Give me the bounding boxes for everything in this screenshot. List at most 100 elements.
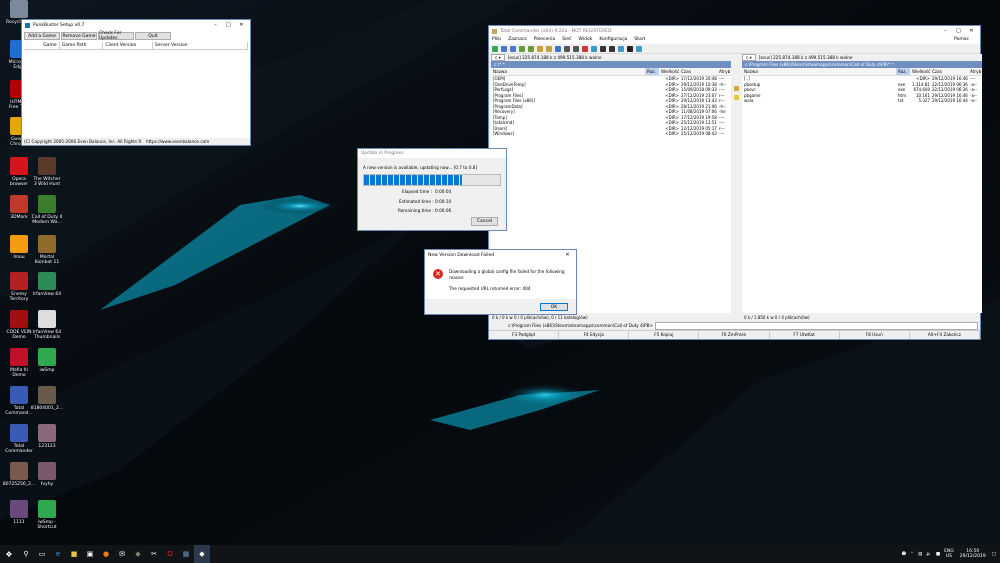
error-titlebar[interactable]: New Version Download Failed ✕	[425, 250, 576, 260]
right-col-size[interactable]: Wielkość	[910, 68, 930, 75]
middle-note-icon[interactable]	[734, 95, 739, 100]
left-path[interactable]: c:\*.*	[491, 61, 731, 68]
select-icon[interactable]	[519, 45, 525, 52]
minimize-icon[interactable]: –	[209, 20, 222, 30]
close-icon[interactable]: ✕	[235, 20, 248, 30]
right-file-list[interactable]: [..] <DIR> 29/12/2019 16:46 ---- pbsetup exe 1…	[742, 76, 982, 104]
clock[interactable]: 16:50 29/12/2019	[960, 549, 986, 559]
language-indicator[interactable]: ENG US	[944, 549, 954, 559]
tc-titlebar[interactable]: Total Commander (x64) 9.22a - NOT REGIST…	[489, 26, 980, 36]
opera-icon[interactable]: O	[162, 545, 178, 563]
update-dialog[interactable]: Update in Progress A new version is avai…	[357, 148, 507, 231]
menu-pliki[interactable]: Pliki	[492, 36, 501, 44]
ftp-icon[interactable]	[555, 45, 561, 52]
desktop-icon[interactable]: IrfanView 64	[30, 272, 64, 297]
right-drive-select[interactable]: c ▾	[742, 54, 756, 61]
punkbuster-taskbar-icon[interactable]: ◆	[194, 545, 210, 563]
left-file-list[interactable]: [OEM] <DIR> 17/12/2019 20:48 ---- [OneDriveT…	[491, 76, 731, 137]
desktop-icon[interactable]: fvyhy	[30, 462, 64, 487]
file-row[interactable]: wala txt 5.327 29/12/2019 16:44 -a--	[742, 98, 982, 104]
edge-icon[interactable]: e	[50, 545, 66, 563]
store-icon[interactable]: ▣	[82, 545, 98, 563]
f4-edit-button[interactable]: F4 Edycja	[559, 331, 630, 339]
col-client-version[interactable]: Client Version	[103, 42, 153, 49]
cmd-icon[interactable]	[627, 45, 633, 52]
menu-siec[interactable]: Sieć	[562, 36, 571, 44]
left-col-ext[interactable]: Roz.	[645, 68, 659, 75]
f5-copy-button[interactable]: F5 Kopiuj	[629, 331, 700, 339]
desktop-icon[interactable]: Call of Duty 4 Modern Wa...	[30, 195, 64, 225]
notepad-icon[interactable]	[618, 45, 624, 52]
mail-icon[interactable]: ✉	[114, 545, 130, 563]
desktop-icon[interactable]: iwSmp	[30, 348, 64, 373]
volume-icon[interactable]: 🔈	[926, 552, 932, 557]
minimize-icon[interactable]: –	[939, 26, 952, 36]
wordpad-icon[interactable]	[636, 45, 642, 52]
multi-rename-icon[interactable]	[591, 45, 597, 52]
tray-app-icon[interactable]: ■	[936, 552, 940, 557]
menu-widok[interactable]: Widok	[579, 36, 593, 44]
left-col-time[interactable]: Czas	[679, 68, 717, 75]
middle-folder-icon[interactable]	[734, 86, 739, 91]
maximize-icon[interactable]: □	[222, 20, 235, 30]
file-row[interactable]: [Windows] <DIR> 25/12/2019 08:43 ----	[491, 131, 731, 137]
firefox-icon[interactable]: ●	[98, 545, 114, 563]
maximize-icon[interactable]: □	[952, 26, 965, 36]
right-col-ext[interactable]: Roz.	[896, 68, 910, 75]
network-icon[interactable]: ▤	[918, 552, 922, 557]
remove-game-button[interactable]: Remove Game	[61, 32, 97, 40]
desktop-icon[interactable]: 123123	[30, 424, 64, 449]
close-icon[interactable]: ✕	[561, 250, 574, 260]
desktop-icon[interactable]: 81804001_2...	[30, 386, 64, 411]
altf4-exit-button[interactable]: Alt+F4 Zakończ	[910, 331, 980, 339]
f3-view-button[interactable]: F3 Podgląd	[489, 331, 560, 339]
add-game-button[interactable]: Add a Game	[24, 32, 60, 40]
forward-icon[interactable]	[573, 45, 579, 52]
right-col-name[interactable]: Nazwa	[742, 68, 896, 75]
app-icon-snip[interactable]: ✂	[146, 545, 162, 563]
col-game-path[interactable]: Game Path	[60, 42, 104, 49]
desktop-icon[interactable]: IrfanView 64 Thumbnails	[30, 310, 64, 340]
menu-polecenia[interactable]: Polecenia	[534, 36, 555, 44]
close-icon[interactable]: ✕	[965, 26, 978, 36]
punkbuster-titlebar[interactable]: PunkBuster Setup v0.7 – □ ✕	[22, 20, 250, 30]
start-windows-icon[interactable]: ❖	[0, 545, 18, 563]
desktop-icon[interactable]: Mortal Kombat 11	[30, 235, 64, 265]
menu-start[interactable]: Start	[634, 36, 645, 44]
people-icon[interactable]: ☻	[901, 552, 906, 557]
menu-zaznacz[interactable]: Zaznacz	[508, 36, 527, 44]
punkbuster-window[interactable]: PunkBuster Setup v0.7 – □ ✕ Add a Game R…	[21, 19, 251, 146]
right-col-time[interactable]: Czas	[930, 68, 968, 75]
app-icon-game[interactable]: ◆	[130, 545, 146, 563]
menu-konfiguracja[interactable]: Konfiguracja	[599, 36, 627, 44]
f6-move-button[interactable]: F6 ZmPrzen	[699, 331, 770, 339]
pack-icon[interactable]	[537, 45, 543, 52]
command-input[interactable]	[655, 321, 978, 330]
left-drive-select[interactable]: c ▾	[491, 54, 505, 61]
desktop-icon[interactable]: The Witcher 3 Wild Hunt	[30, 157, 64, 187]
tc-right-panel[interactable]: c ▾ [ecus] 225.874.188 k z 499.515.388 k…	[742, 54, 982, 313]
website-link[interactable]: https://www.evenbalance.com	[146, 138, 209, 145]
ok-button[interactable]: OK	[540, 303, 568, 311]
f8-delete-button[interactable]: F8 Usuń	[840, 331, 910, 339]
col-server-version[interactable]: Server Version	[153, 42, 248, 49]
back-icon[interactable]	[564, 45, 570, 52]
right-path[interactable]: c:\Program Files (x86)\Steam\steamapps\c…	[742, 61, 982, 68]
unpack-icon[interactable]	[546, 45, 552, 52]
right-col-attr[interactable]: Atryb	[968, 68, 982, 75]
tray-chevron-icon[interactable]: ⌃	[910, 552, 914, 557]
notification-icon[interactable]: □	[992, 552, 996, 557]
check-updates-button[interactable]: Check For Updates	[98, 31, 134, 41]
f7-mkdir-button[interactable]: F7 UtwKat	[770, 331, 840, 339]
col-game[interactable]: Game	[24, 42, 60, 49]
search-icon[interactable]: ⚲	[18, 545, 34, 563]
refresh-icon[interactable]	[492, 45, 498, 52]
desktop-icon[interactable]: iwSmp - Shortcut	[30, 500, 64, 530]
total-commander-taskbar-icon[interactable]: ▦	[178, 545, 194, 563]
cancel-button[interactable]: Cancel	[471, 217, 498, 226]
quit-button[interactable]: Quit	[135, 32, 171, 40]
update-titlebar[interactable]: Update in Progress	[358, 149, 506, 158]
task-view-icon[interactable]: ▭	[34, 545, 50, 563]
find-icon[interactable]	[600, 45, 606, 52]
command-line[interactable]: c:\Program Files (x86)\Steam\steamapps\c…	[491, 321, 978, 330]
